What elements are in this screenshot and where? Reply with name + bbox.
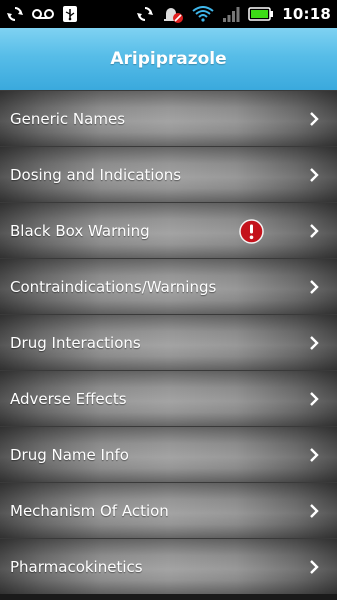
menu-item-generic-names[interactable]: Generic Names bbox=[0, 90, 337, 146]
sync-icon bbox=[136, 5, 154, 23]
menu-item-label: Mechanism Of Action bbox=[10, 502, 169, 520]
menu-list: Generic Names Dosing and Indications Bla… bbox=[0, 90, 337, 600]
page-title: Aripiprazole bbox=[110, 49, 227, 69]
chevron-right-icon bbox=[309, 504, 319, 518]
sync-icon bbox=[6, 5, 24, 23]
menu-item-label: Pharmacokinetics bbox=[10, 558, 143, 576]
menu-item-label: Generic Names bbox=[10, 110, 126, 128]
menu-item-label: Black Box Warning bbox=[10, 222, 150, 240]
menu-item-drug-interactions[interactable]: Drug Interactions bbox=[0, 314, 337, 370]
wifi-icon bbox=[192, 6, 214, 22]
menu-item-drug-name-info[interactable]: Drug Name Info bbox=[0, 426, 337, 482]
battery-icon bbox=[248, 7, 274, 21]
chevron-right-icon bbox=[309, 112, 319, 126]
chevron-right-icon bbox=[309, 336, 319, 350]
chevron-right-icon bbox=[309, 560, 319, 574]
chevron-right-icon bbox=[309, 224, 319, 238]
menu-item-label: Contraindications/Warnings bbox=[10, 278, 217, 296]
menu-item-label: Dosing and Indications bbox=[10, 166, 182, 184]
chevron-right-icon bbox=[309, 392, 319, 406]
menu-item-label: Adverse Effects bbox=[10, 390, 127, 408]
alarm-off-icon bbox=[162, 4, 184, 24]
voicemail-icon bbox=[32, 7, 54, 21]
chevron-right-icon bbox=[309, 280, 319, 294]
signal-icon bbox=[222, 6, 240, 22]
menu-item-adverse-effects[interactable]: Adverse Effects bbox=[0, 370, 337, 426]
menu-item-mechanism-of-action[interactable]: Mechanism Of Action bbox=[0, 482, 337, 538]
status-time: 10:18 bbox=[282, 5, 331, 23]
app-screen: 10:18 Aripiprazole Generic Names Dosing … bbox=[0, 0, 337, 600]
menu-item-dosing-and-indications[interactable]: Dosing and Indications bbox=[0, 146, 337, 202]
chevron-right-icon bbox=[309, 448, 319, 462]
chevron-right-icon bbox=[309, 168, 319, 182]
status-bar: 10:18 bbox=[0, 0, 337, 28]
title-bar: Aripiprazole bbox=[0, 28, 337, 91]
usb-icon bbox=[62, 5, 78, 23]
menu-item-label: Drug Interactions bbox=[10, 334, 141, 352]
menu-item-pharmacokinetics[interactable]: Pharmacokinetics bbox=[0, 538, 337, 594]
menu-item-label: Drug Name Info bbox=[10, 446, 129, 464]
alert-icon bbox=[239, 219, 264, 244]
menu-item-black-box-warning[interactable]: Black Box Warning bbox=[0, 202, 337, 258]
menu-item-contraindications-warnings[interactable]: Contraindications/Warnings bbox=[0, 258, 337, 314]
